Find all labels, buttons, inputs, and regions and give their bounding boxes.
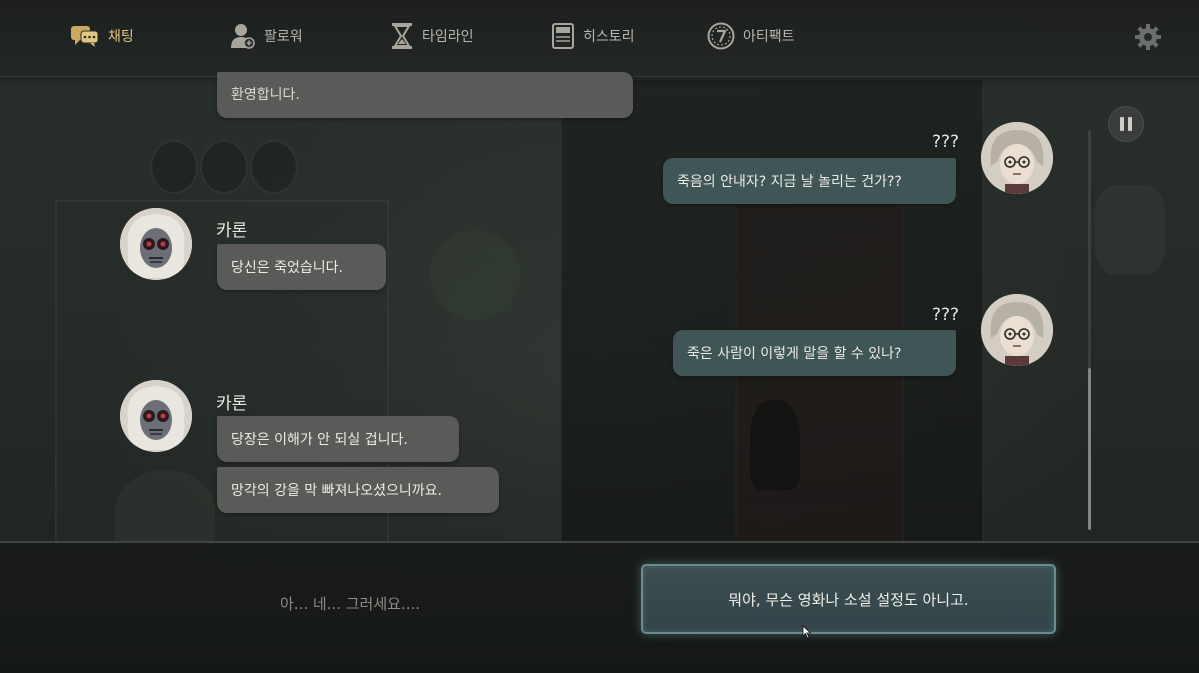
tab-label: 히스토리 <box>583 29 635 45</box>
pause-button[interactable] <box>1108 106 1144 142</box>
tab-label: 팔로워 <box>264 29 303 45</box>
bubble-text: 망각의 강을 막 빠져나오셨으니까요. <box>231 483 442 499</box>
bubble-text: 당신은 죽었습니다. <box>231 260 343 276</box>
choice-option-2[interactable]: 뭐야, 무슨 영화나 소설 설정도 아니고. <box>641 564 1056 634</box>
book-icon <box>551 23 575 49</box>
chat-bubble: 죽은 사람이 이렇게 말을 할 수 있나? <box>673 330 956 376</box>
chat-bubble: 당신은 죽었습니다. <box>217 244 386 290</box>
sender-name: 카론 <box>216 394 248 414</box>
scrollbar-thumb[interactable] <box>1088 368 1091 530</box>
sender-name: ??? <box>932 305 960 325</box>
player-portrait-icon <box>981 122 1053 194</box>
gear-icon[interactable] <box>1133 22 1163 52</box>
avatar <box>981 122 1053 194</box>
chat-bubble: 환영합니다. <box>217 72 633 118</box>
chat-scrollbar[interactable] <box>1088 130 1091 530</box>
tab-timeline[interactable]: 타임라인 <box>390 20 474 52</box>
follower-icon <box>230 22 256 50</box>
choice-option-1[interactable]: 아... 네... 그러세요.... <box>140 577 560 629</box>
pause-icon <box>1128 117 1132 131</box>
mouse-cursor-icon <box>802 624 812 643</box>
charon-portrait-icon <box>120 208 192 280</box>
tab-history[interactable]: 히스토리 <box>551 20 635 52</box>
player-portrait-icon <box>981 294 1053 366</box>
bubble-text: 죽음의 안내자? 지금 날 놀리는 건가?? <box>677 174 902 190</box>
choice-panel: 아... 네... 그러세요.... 뭐야, 무슨 영화나 소설 설정도 아니고… <box>0 541 1199 673</box>
bubble-text: 환영합니다. <box>231 87 300 103</box>
tab-followers[interactable]: 팔로워 <box>230 20 303 52</box>
game-screen: 채팅 팔로워 타임라인 히스토리 아티팩트 환영합니다. 카론 당신은 죽었습니… <box>0 0 1199 673</box>
bubble-text: 당장은 이해가 안 되실 겁니다. <box>231 432 408 448</box>
bubble-text: 죽은 사람이 이렇게 말을 할 수 있나? <box>687 346 902 362</box>
chat-icon <box>70 23 100 49</box>
background-bottle <box>115 470 215 550</box>
background-figures <box>150 140 300 200</box>
avatar <box>981 294 1053 366</box>
background-door <box>560 80 984 550</box>
background-lamp <box>1095 185 1165 275</box>
artifact-seven-icon <box>707 22 735 50</box>
chat-bubble: 당장은 이해가 안 되실 겁니다. <box>217 416 459 462</box>
chat-bubble: 죽음의 안내자? 지금 날 놀리는 건가?? <box>663 158 956 204</box>
tab-label: 아티팩트 <box>743 29 795 45</box>
top-navigation-bar: 채팅 팔로워 타임라인 히스토리 아티팩트 <box>0 0 1199 77</box>
tab-label: 타임라인 <box>422 29 474 45</box>
avatar <box>120 380 192 452</box>
pause-icon <box>1120 117 1124 131</box>
background-cat <box>750 400 800 490</box>
tab-artifacts[interactable]: 아티팩트 <box>707 20 795 52</box>
charon-portrait-icon <box>120 380 192 452</box>
avatar <box>120 208 192 280</box>
chat-bubble: 망각의 강을 막 빠져나오셨으니까요. <box>217 467 499 513</box>
tab-chat[interactable]: 채팅 <box>70 20 134 52</box>
sender-name: ??? <box>932 132 960 152</box>
tab-label: 채팅 <box>108 29 134 45</box>
sender-name: 카론 <box>216 221 248 241</box>
hourglass-icon <box>390 22 414 50</box>
background-jar <box>430 230 520 320</box>
